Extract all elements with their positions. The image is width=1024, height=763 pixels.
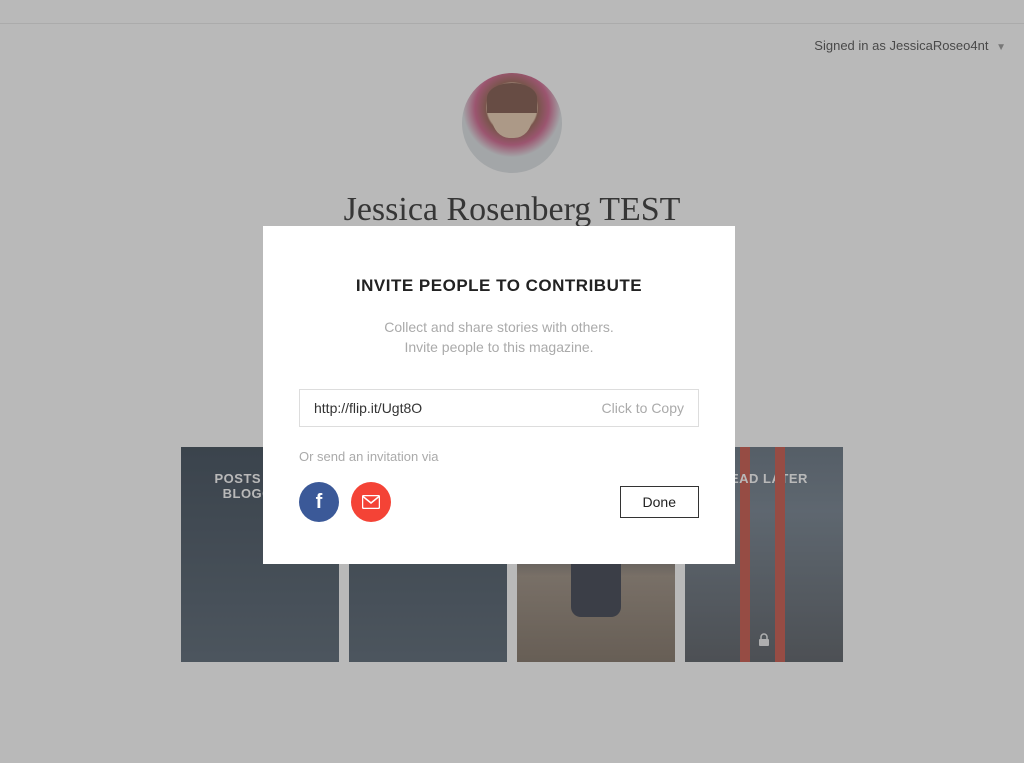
modal-title: INVITE PEOPLE TO CONTRIBUTE [299,276,699,296]
modal-bottom-row: f Done [299,482,699,522]
mail-icon [362,495,380,509]
or-send-label: Or send an invitation via [299,449,699,464]
done-button[interactable]: Done [620,486,699,518]
invite-url-input[interactable] [314,400,602,416]
modal-subtitle: Collect and share stories with others. I… [299,318,699,357]
facebook-icon: f [316,491,323,514]
invite-modal: INVITE PEOPLE TO CONTRIBUTE Collect and … [263,226,735,564]
facebook-share-button[interactable]: f [299,482,339,522]
modal-subtitle-line1: Collect and share stories with others. [299,318,699,338]
social-buttons: f [299,482,391,522]
email-share-button[interactable] [351,482,391,522]
url-box: Click to Copy [299,389,699,427]
copy-button[interactable]: Click to Copy [602,400,684,416]
modal-subtitle-line2: Invite people to this magazine. [299,338,699,358]
